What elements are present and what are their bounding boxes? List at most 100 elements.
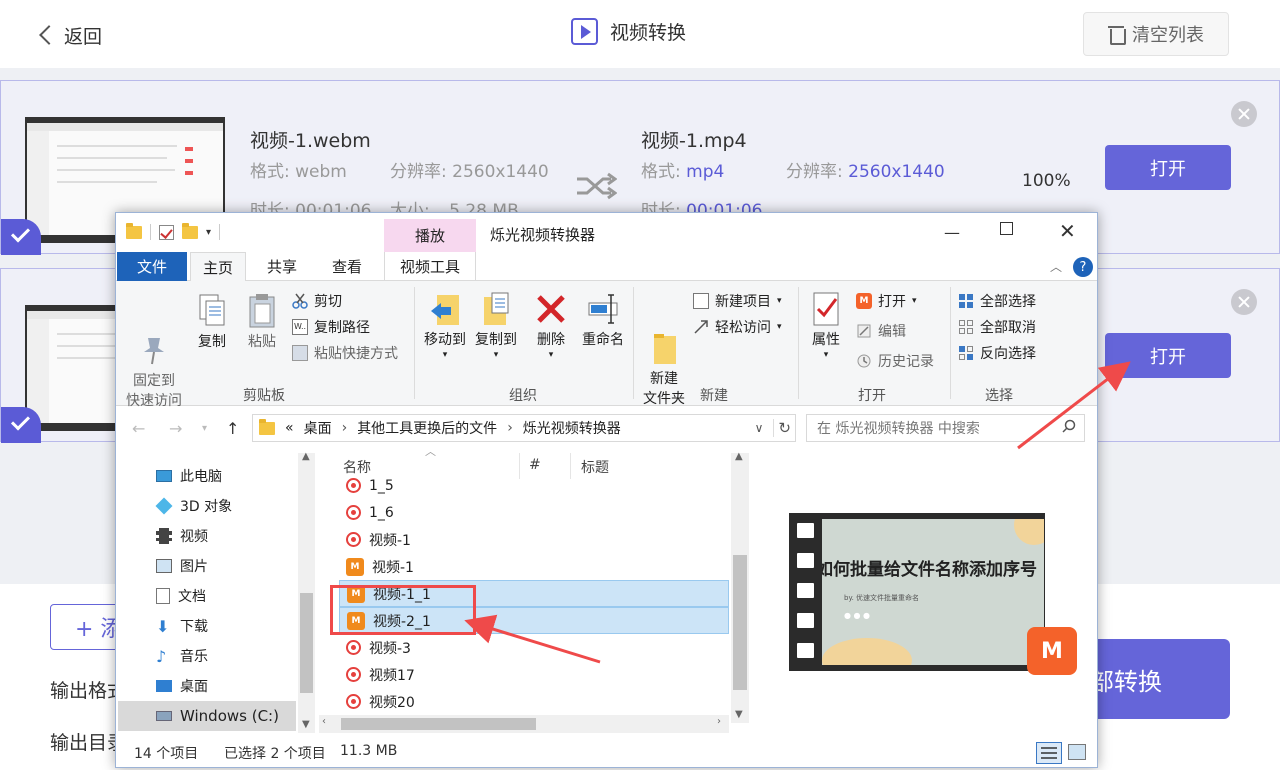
- open-button[interactable]: 打开: [1105, 333, 1231, 378]
- search-input[interactable]: 在 烁光视频转换器 中搜索: [806, 414, 1085, 442]
- copy-to-icon: [480, 291, 512, 327]
- details-view-icon[interactable]: [1036, 742, 1062, 764]
- video-file-red-icon: [346, 694, 361, 709]
- tab-share[interactable]: 共享: [267, 252, 297, 281]
- item-count: 14 个项目: [134, 746, 199, 762]
- file-list-hscrollbar[interactable]: ‹ ›: [319, 715, 729, 733]
- nav-item-music[interactable]: ♪ 音乐: [156, 641, 208, 671]
- music-icon: ♪: [156, 646, 167, 666]
- select-all-button[interactable]: 全部选择: [958, 291, 1036, 311]
- paste-shortcut-icon: [292, 345, 308, 361]
- video-file-red-icon: [346, 505, 361, 520]
- output-resolution: 分辨率: 2560x1440: [786, 162, 945, 182]
- new-folder-button[interactable]: 新建 文件夹: [640, 291, 688, 409]
- move-to-icon: [429, 291, 461, 327]
- selected-size: 11.3 MB: [340, 743, 398, 759]
- recent-dropdown-icon[interactable]: ▾: [202, 423, 207, 434]
- nav-item-this-pc[interactable]: 此电脑: [156, 461, 222, 491]
- status-bar: 14 个项目 已选择 2 个项目 11.3 MB: [116, 737, 1097, 767]
- easy-access-button[interactable]: 轻松访问 ▾: [693, 317, 782, 337]
- large-icons-view-icon[interactable]: [1068, 744, 1086, 760]
- address-bar[interactable]: « 桌面 › 其他工具更换后的文件 › 烁光视频转换器 ∨ ↻: [252, 414, 796, 442]
- refresh-icon[interactable]: ↻: [773, 419, 795, 437]
- nav-scrollbar[interactable]: ▲ ▼: [298, 451, 315, 733]
- clear-list-button[interactable]: 清空列表: [1083, 12, 1229, 56]
- file-row[interactable]: 视频20: [339, 688, 729, 715]
- context-tab-play[interactable]: 播放: [384, 219, 476, 252]
- new-item-icon: [693, 293, 709, 309]
- file-list-scrollbar[interactable]: ▲ ▼: [731, 451, 749, 723]
- file-row[interactable]: 视频-3: [339, 634, 729, 661]
- properties-check-icon[interactable]: [159, 224, 174, 240]
- minimize-icon[interactable]: —: [944, 223, 960, 242]
- maximize-icon[interactable]: [1000, 222, 1013, 235]
- nav-item-documents[interactable]: 文档: [156, 581, 206, 611]
- ribbon-tabs: 文件 主页 共享 查看 视频工具 ︿ ?: [116, 252, 1097, 282]
- desktop-icon: [156, 680, 172, 692]
- forward-arrow-icon[interactable]: →: [169, 419, 182, 438]
- file-name: 视频-3: [369, 640, 411, 657]
- back-button[interactable]: 返回: [38, 20, 102, 50]
- file-row[interactable]: 1_6: [339, 499, 729, 526]
- pin-quick-access-button[interactable]: 固定到 快速访问: [122, 293, 186, 411]
- close-window-icon[interactable]: ✕: [1059, 219, 1076, 243]
- nav-item-pictures[interactable]: 图片: [156, 551, 208, 581]
- select-none-button[interactable]: 全部取消: [958, 317, 1036, 337]
- file-row[interactable]: 视频-1: [339, 526, 729, 553]
- breadcrumb-item[interactable]: 其他工具更换后的文件: [357, 418, 497, 438]
- nav-item-windows-c[interactable]: Windows (C:): [118, 701, 296, 731]
- history-button[interactable]: 历史记录: [856, 351, 934, 371]
- new-folder-icon[interactable]: [182, 222, 198, 239]
- cube-icon: [155, 497, 173, 515]
- address-dropdown-icon[interactable]: ∨: [755, 421, 764, 435]
- close-icon[interactable]: [1231, 289, 1257, 315]
- paste-button[interactable]: 粘贴: [244, 293, 280, 353]
- column-header-number[interactable]: #: [529, 457, 541, 473]
- open-button-ribbon[interactable]: M 打开 ▾: [856, 291, 917, 311]
- navigation-pane: 此电脑 3D 对象 视频 图片 文档 ⬇ 下载 ♪ 音乐 桌面 Windows (C…: [116, 449, 316, 734]
- edit-button[interactable]: 编辑: [856, 321, 906, 341]
- rename-button[interactable]: 重命名: [579, 291, 627, 351]
- page-title: 视频转换: [571, 18, 686, 45]
- nav-item-3d-objects[interactable]: 3D 对象: [155, 491, 232, 521]
- collapse-ribbon-icon[interactable]: ︿: [1050, 252, 1062, 281]
- properties-button[interactable]: 属性 ▾: [806, 291, 846, 360]
- checkmark-icon[interactable]: [1, 219, 41, 255]
- breadcrumb-item[interactable]: 烁光视频转换器: [523, 418, 621, 438]
- invert-selection-button[interactable]: 反向选择: [958, 343, 1036, 363]
- back-arrow-icon[interactable]: ←: [132, 419, 145, 438]
- tab-view[interactable]: 查看: [332, 252, 362, 281]
- chevron-left-icon: [39, 25, 59, 45]
- file-name: 视频-1: [369, 532, 411, 549]
- checkmark-icon[interactable]: [1, 407, 41, 443]
- help-icon[interactable]: ?: [1073, 257, 1093, 277]
- close-icon[interactable]: [1231, 101, 1257, 127]
- nav-item-videos[interactable]: 视频: [156, 521, 208, 551]
- move-to-button[interactable]: 移动到 ▾: [420, 291, 470, 360]
- file-name: 1_6: [369, 504, 394, 521]
- file-row[interactable]: M 视频-1: [339, 553, 729, 580]
- up-arrow-icon[interactable]: ↑: [226, 419, 239, 438]
- nav-item-desktop[interactable]: 桌面: [156, 671, 208, 701]
- tab-video-tools[interactable]: 视频工具: [384, 252, 476, 281]
- tab-home[interactable]: 主页: [190, 252, 246, 282]
- download-icon: ⬇: [156, 616, 170, 636]
- copy-button[interactable]: 复制: [194, 293, 230, 353]
- tab-file[interactable]: 文件: [117, 252, 187, 281]
- file-row[interactable]: 1_5: [339, 472, 729, 499]
- open-button[interactable]: 打开: [1105, 145, 1231, 190]
- quick-access-toolbar: ▾: [126, 222, 221, 240]
- progress-percent: 100%: [1022, 171, 1071, 191]
- paste-shortcut-button[interactable]: 粘贴快捷方式: [292, 343, 398, 363]
- dropdown-icon[interactable]: ▾: [206, 227, 211, 238]
- delete-button[interactable]: 删除 ▾: [533, 291, 569, 360]
- copy-to-button[interactable]: 复制到 ▾: [471, 291, 521, 360]
- play-icon: [571, 18, 598, 45]
- cut-button[interactable]: 剪切: [292, 291, 342, 311]
- file-row[interactable]: 视频17: [339, 661, 729, 688]
- new-item-button[interactable]: 新建项目 ▾: [693, 291, 782, 311]
- breadcrumb-item[interactable]: 桌面: [304, 418, 332, 438]
- copy-path-button[interactable]: W.. 复制路径: [292, 317, 370, 337]
- nav-item-downloads[interactable]: ⬇ 下载: [156, 611, 208, 641]
- search-icon: [1062, 419, 1076, 437]
